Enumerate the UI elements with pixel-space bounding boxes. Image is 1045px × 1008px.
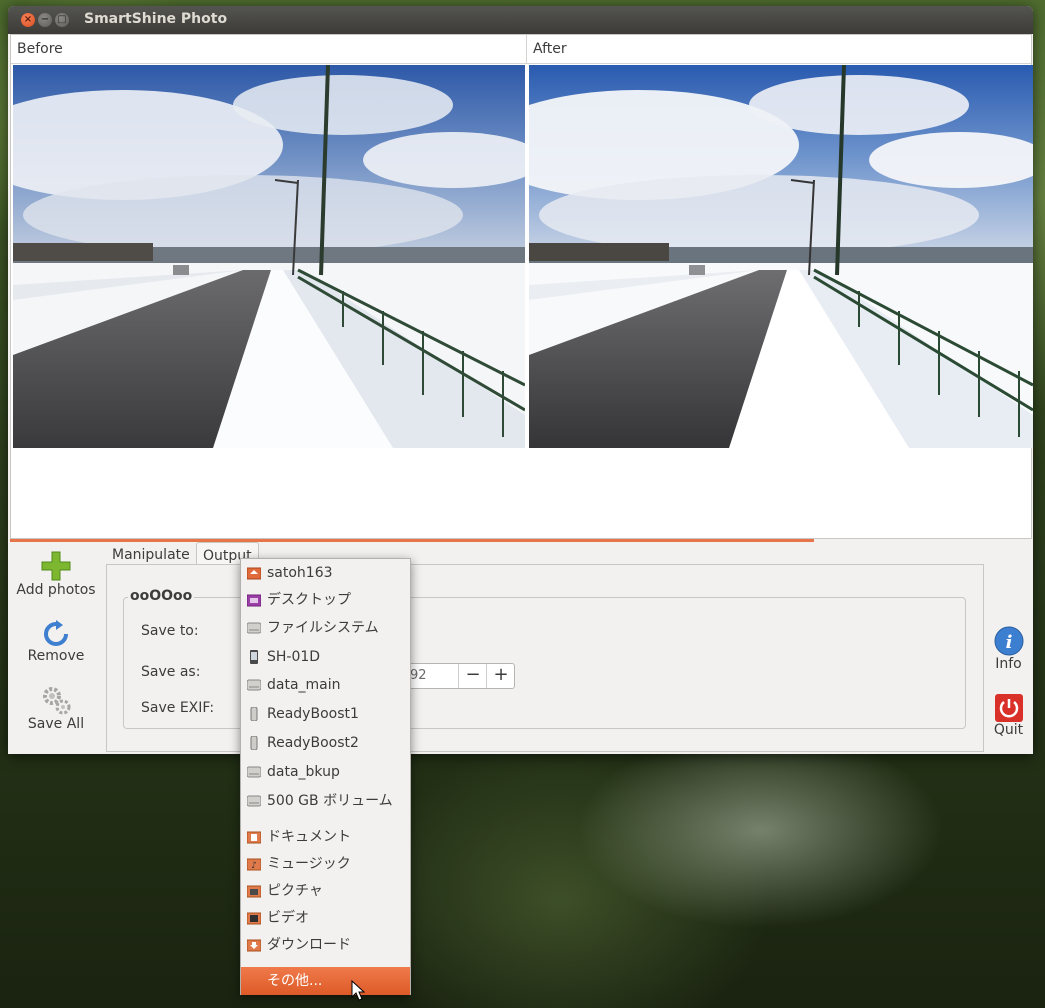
remove-label: Remove [27,648,85,664]
menu-item-readyboost1[interactable]: ReadyBoost1 [241,700,410,728]
plus-icon [41,551,71,581]
menu-item-label: ダウンロード [267,937,351,953]
phone-icon [250,650,258,664]
frame-title: ooOOoo [128,588,195,604]
menu-item-other[interactable]: その他... [241,967,410,995]
drive-icon [247,795,261,807]
info-label: Info [995,656,1022,672]
usb-drive-icon [250,707,258,721]
save-all-button[interactable]: Save All [8,684,104,732]
menu-item-label: SH-01D [267,649,321,665]
output-tab-panel: ooOOoo Save to: Save as: Save EXIF: 92 −… [106,564,984,752]
minimize-window-icon[interactable]: − [38,13,52,27]
quit-button[interactable]: Quit [984,694,1033,738]
drive-icon [247,622,261,634]
menu-item-filesystem[interactable]: ファイルシステム [241,614,410,642]
info-icon: i [994,626,1023,656]
add-photos-label: Add photos [16,582,96,598]
save-as-label: Save as: [141,664,201,680]
documents-folder-icon [247,831,261,844]
downloads-folder-icon [247,939,261,952]
menu-item-label: ミュージック [267,856,351,872]
menu-item-desktop[interactable]: デスクトップ [241,586,410,614]
menu-item-label: 500 GB ボリューム [267,793,393,809]
menu-item-label: ビデオ [267,910,309,926]
menu-item-label: ピクチャ [267,883,323,899]
add-photos-button[interactable]: Add photos [8,550,104,598]
menu-item-pictures[interactable]: ピクチャ [241,877,410,905]
quality-spinbutton[interactable]: 92 − + [403,663,515,689]
drive-icon [247,679,261,691]
quit-label: Quit [993,722,1024,738]
menu-item-data-bkup[interactable]: data_bkup [241,758,410,786]
after-pane-header: After [527,35,1031,64]
save-to-label: Save to: [141,623,199,639]
quality-decrement-button[interactable]: − [458,664,487,688]
menu-item-label: デスクトップ [267,592,351,608]
power-icon [994,694,1023,722]
before-photo [13,65,525,448]
app-window: × − □ SmartShine Photo Before After Add … [8,6,1033,754]
title-bar[interactable]: × − □ SmartShine Photo [8,6,1033,34]
menu-item-label: data_bkup [267,764,340,780]
after-photo [529,65,1033,448]
menu-item-data-main[interactable]: data_main [241,671,410,699]
remove-button[interactable]: Remove [8,620,104,664]
quality-increment-button[interactable]: + [486,664,515,688]
svg-text:i: i [1005,632,1012,653]
save-to-folder-menu: satoh163 デスクトップ ファイルシステム SH-01D data_mai… [240,558,411,995]
menu-item-label: ReadyBoost1 [267,706,359,722]
close-window-icon[interactable]: × [21,13,35,27]
home-folder-icon [247,567,261,580]
menu-item-label: satoh163 [267,565,333,581]
usb-drive-icon [250,736,258,750]
menu-item-videos[interactable]: ビデオ [241,904,410,932]
refresh-icon [44,620,68,646]
menu-item-sh-01d[interactable]: SH-01D [241,643,410,671]
before-pane-header: Before [11,35,527,64]
save-all-label: Save All [27,716,85,732]
maximize-window-icon[interactable]: □ [55,13,69,27]
music-folder-icon: ♪ [247,858,261,871]
menu-item-label: ファイルシステム [267,620,379,636]
save-exif-label: Save EXIF: [141,700,215,716]
preview-area: Before After [10,34,1033,539]
videos-folder-icon [247,912,261,925]
window-title: SmartShine Photo [84,11,228,27]
gears-icon [43,687,71,715]
info-button[interactable]: i Info [984,626,1033,672]
menu-item-500gb-volume[interactable]: 500 GB ボリューム [241,787,410,815]
mouse-cursor-icon [351,980,365,1001]
svg-text:♪: ♪ [251,861,257,871]
menu-item-label: ドキュメント [267,829,351,845]
pictures-folder-icon [247,885,261,898]
menu-item-music[interactable]: ♪ ミュージック [241,850,410,878]
desktop-icon [247,594,261,607]
menu-item-downloads[interactable]: ダウンロード [241,931,410,959]
menu-item-label: ReadyBoost2 [267,735,359,751]
menu-item-satoh163[interactable]: satoh163 [241,559,410,587]
quality-value[interactable]: 92 [410,668,427,683]
menu-item-label: data_main [267,677,341,693]
menu-item-readyboost2[interactable]: ReadyBoost2 [241,729,410,757]
menu-item-documents[interactable]: ドキュメント [241,823,410,851]
drive-icon [247,766,261,778]
menu-item-other-label: その他... [267,973,323,989]
